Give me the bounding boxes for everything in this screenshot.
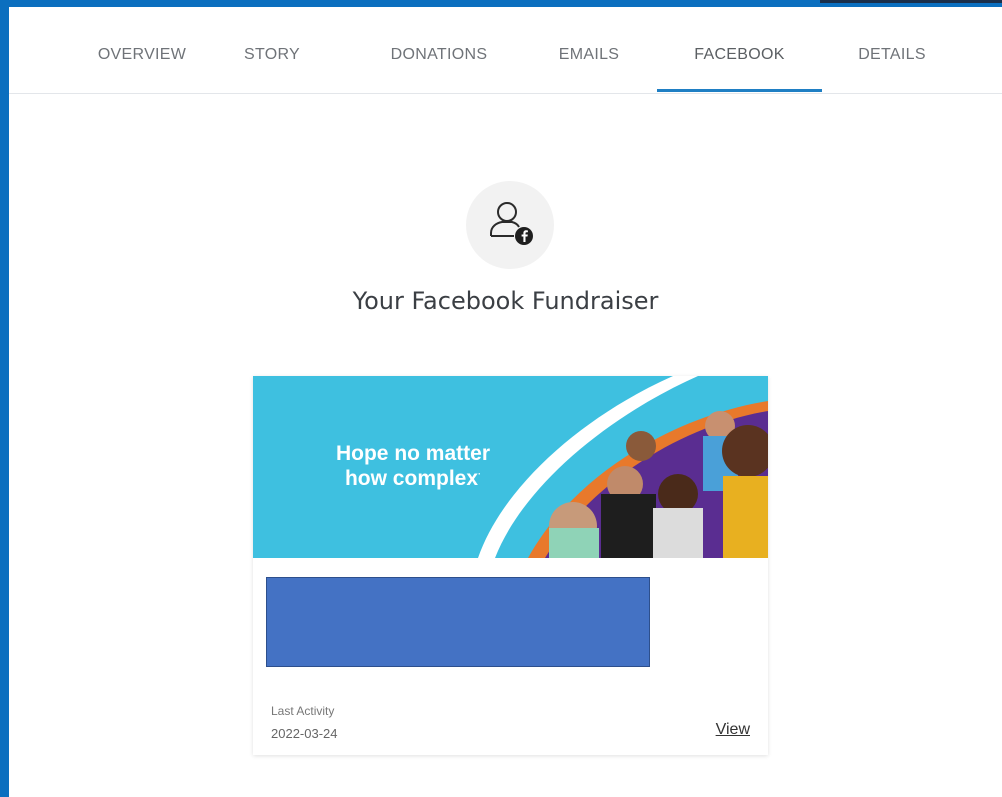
last-activity-date: 2022-03-24 xyxy=(271,726,338,741)
tab-facebook[interactable]: FACEBOOK xyxy=(657,7,822,93)
tab-bar: OVERVIEW STORY DONATIONS EMAILS FACEBOOK… xyxy=(9,7,1002,94)
banner-mark: · xyxy=(478,469,482,479)
window-frame-accent xyxy=(820,0,1002,3)
fundraiser-banner-image: Hope no matter how complex· xyxy=(253,376,768,558)
redacted-region xyxy=(266,577,650,667)
banner-slogan: Hope no matter how complex· xyxy=(313,442,513,489)
last-activity-label: Last Activity xyxy=(271,704,335,718)
page-title: Your Facebook Fundraiser xyxy=(352,287,659,315)
active-tab-indicator xyxy=(657,89,822,92)
tab-donations[interactable]: DONATIONS xyxy=(369,7,509,93)
tab-story[interactable]: STORY xyxy=(237,7,307,93)
banner-line-2: how complex· xyxy=(313,464,513,489)
window-frame-left xyxy=(0,0,9,797)
tab-emails[interactable]: EMAILS xyxy=(539,7,639,93)
view-link[interactable]: View xyxy=(716,721,750,739)
banner-line-2-text: how complex xyxy=(344,467,479,490)
tab-details[interactable]: DETAILS xyxy=(837,7,947,93)
user-facebook-icon xyxy=(466,181,554,269)
fundraiser-card: Hope no matter how complex· Last Activit… xyxy=(253,376,768,755)
banner-line-1: Hope no matter xyxy=(335,442,490,465)
tab-overview[interactable]: OVERVIEW xyxy=(67,7,217,93)
